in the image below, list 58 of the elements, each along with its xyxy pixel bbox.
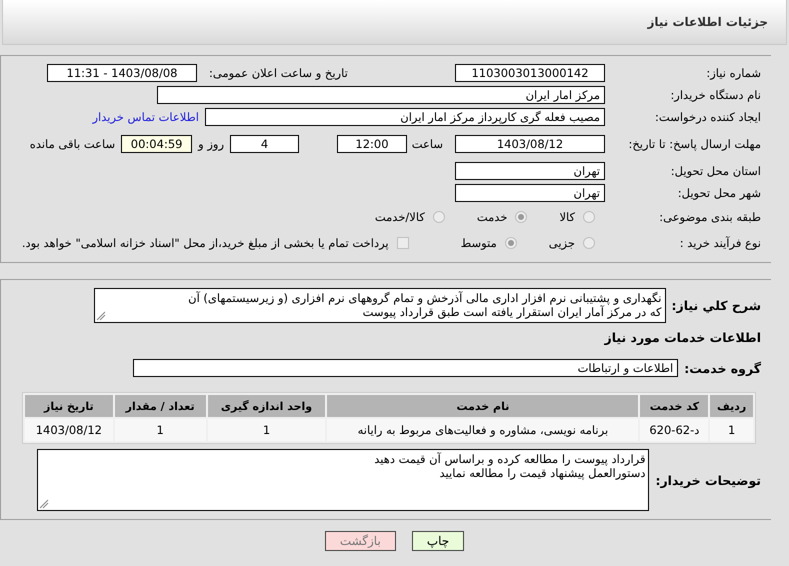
column-header: کد خدمت xyxy=(640,395,708,417)
column-header: تعداد / مقدار xyxy=(114,395,206,417)
field-label: شماره نیاز: xyxy=(705,66,761,80)
field-label: مهلت ارسال پاسخ: تا تاریخ: xyxy=(627,138,761,150)
column-header: نام خدمت xyxy=(327,395,638,417)
page-title: جزئیات اطلاعات نیاز xyxy=(647,15,768,29)
table-cell: برنامه نویسی، مشاوره و فعالیت‌های مربوط به رایانه xyxy=(327,419,638,441)
field-label: شرح کلي نیاز: xyxy=(672,299,761,312)
creator-field: مصیب فعله گری کارپرداز مرکز امار ایران xyxy=(205,108,605,126)
table-cell: 1 xyxy=(208,419,326,441)
column-header: ردیف xyxy=(710,395,753,417)
field-label: ساعت xyxy=(413,137,443,151)
radio-button[interactable] xyxy=(432,211,445,223)
field-label: توضیحات خریدار: xyxy=(655,474,761,486)
radio-button[interactable] xyxy=(504,237,517,249)
need-number-field: 1103003013000142 xyxy=(455,64,605,82)
radio-button[interactable] xyxy=(583,211,595,223)
buyer-contact-link[interactable]: اطلاعات تماس خریدار xyxy=(92,110,199,124)
payment-note: پرداخت تمام یا بخشی از مبلغ خرید،از محل "اسناد خزانه اسلامی" خواهد بود. xyxy=(22,236,389,250)
buyer-field: مرکز امار ایران xyxy=(157,86,605,104)
field-label: طبقه بندی موضوعی: xyxy=(658,210,761,224)
days-field: 4 xyxy=(230,135,299,153)
resize-grip-icon xyxy=(39,499,50,509)
table-cell: د-62-620 xyxy=(640,419,708,441)
checkbox[interactable] xyxy=(396,237,409,249)
summary-textarea[interactable]: نگهداری و پشتیبانی نرم افزار اداری مالی آذرخش و تمام گروههای نرم افزاری (و زیرسیستمهای) آن که در مرکز آمار ایران استقرار یافته است طبق قرارداد پیوست xyxy=(94,288,666,323)
table-cell: 1 xyxy=(710,419,753,441)
option-label: جزیی xyxy=(548,236,575,250)
field-label: گروه خدمت: xyxy=(684,362,761,374)
province-field: تهران xyxy=(455,162,605,180)
city-field: تهران xyxy=(455,184,605,202)
option-label: متوسط xyxy=(460,236,497,250)
radio-button[interactable] xyxy=(515,211,528,223)
option-label: کالا xyxy=(559,210,575,224)
resize-grip-icon xyxy=(96,311,106,321)
field-label: ایجاد کننده درخواست: xyxy=(654,110,761,124)
table-cell: 1 xyxy=(114,419,206,441)
field-label: ساعت باقی مانده xyxy=(30,137,116,151)
column-header: واحد اندازه گیری xyxy=(208,395,326,417)
field-label: تاریخ و ساعت اعلان عمومی: xyxy=(208,66,349,80)
field-label: نام دستگاه خریدار: xyxy=(669,88,761,102)
section-heading: اطلاعات خدمات مورد نیاز xyxy=(603,330,761,344)
option-label: کالا/خدمت xyxy=(374,210,425,224)
deadline-date-field: 1403/08/12 xyxy=(455,135,605,153)
deadline-time-field: 12:00 xyxy=(337,135,407,153)
field-label: استان محل تحویل: xyxy=(670,164,761,178)
print-button[interactable]: چاپ xyxy=(412,531,464,551)
option-label: خدمت xyxy=(476,210,508,224)
field-label: شهر محل تحویل: xyxy=(676,186,761,200)
field-label: نوع فرآیند خرید : xyxy=(678,236,761,250)
column-header: تاریخ نیاز xyxy=(25,395,113,417)
announce-date-field: 1403/08/08 - 11:31 xyxy=(47,64,197,82)
field-label: روز و xyxy=(198,137,224,151)
radio-button[interactable] xyxy=(583,237,595,249)
table-cell: 1403/08/12 xyxy=(25,419,113,441)
service-group-field: اطلاعات و ارتباطات xyxy=(133,359,678,377)
remaining-time-field: 00:04:59 xyxy=(121,135,192,153)
buyer-notes-textarea[interactable]: قرارداد پیوست را مطالعه کرده و براساس آن قیمت دهید دستورالعمل پیشنهاد قیمت را مطالعه نمایید xyxy=(37,449,650,511)
